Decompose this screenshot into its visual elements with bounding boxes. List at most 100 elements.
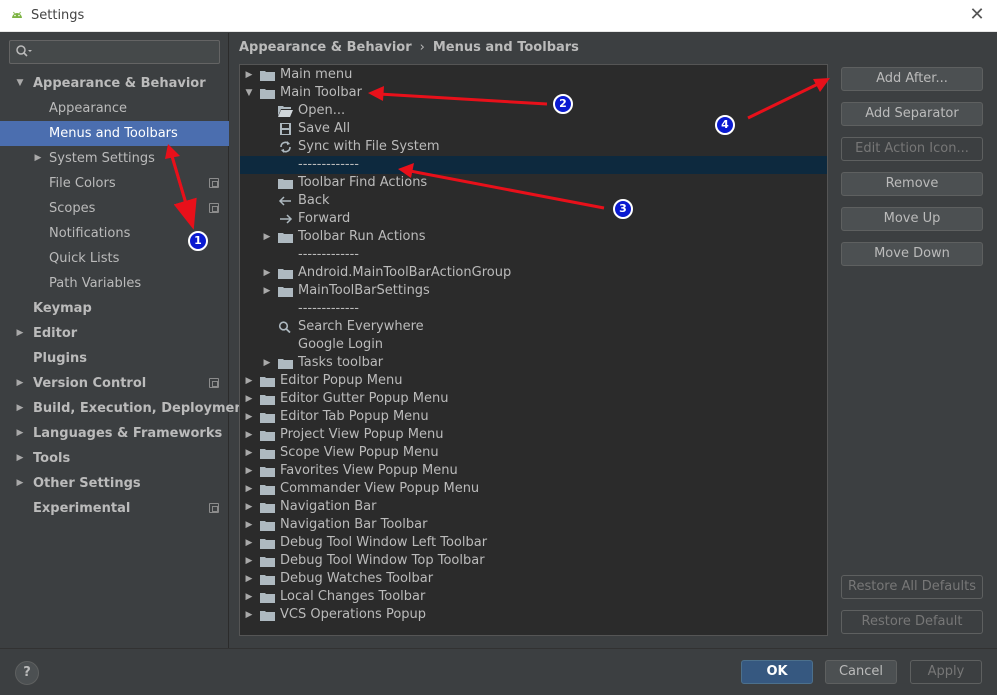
ok-button[interactable]: OK — [741, 660, 813, 684]
tree-row[interactable]: ▶ Editor Popup Menu — [240, 372, 827, 390]
sidebar-item-file-colors[interactable]: File Colors — [0, 171, 229, 196]
help-button[interactable]: ? — [15, 661, 39, 685]
collapsed-arrow-icon[interactable]: ▶ — [244, 570, 254, 588]
breadcrumb: Appearance & Behavior › Menus and Toolbars — [239, 40, 579, 55]
sidebar-item-other-settings[interactable]: ▶ Other Settings — [0, 471, 229, 496]
tree-row-label: Debug Tool Window Left Toolbar — [280, 535, 488, 550]
sidebar-item-appearance[interactable]: Appearance — [0, 96, 229, 121]
tree-row[interactable]: ▶ Tasks toolbar — [240, 354, 827, 372]
collapsed-arrow-icon[interactable]: ▶ — [244, 444, 254, 462]
tree-row[interactable]: Search Everywhere — [240, 318, 827, 336]
restore-default-button[interactable]: Restore Default — [841, 610, 983, 634]
add-after-button[interactable]: Add After... — [841, 67, 983, 91]
collapsed-arrow-icon[interactable]: ▶ — [15, 371, 25, 396]
sidebar-item-menus-and-toolbars[interactable]: Menus and Toolbars — [0, 121, 229, 146]
sidebar-item-editor[interactable]: ▶ Editor — [0, 321, 229, 346]
collapsed-arrow-icon[interactable]: ▶ — [244, 462, 254, 480]
separator-row[interactable]: ------------- — [240, 246, 827, 264]
collapsed-arrow-icon[interactable]: ▶ — [262, 264, 272, 282]
actions-tree[interactable]: ▶ Main menu ▼ Main Toolbar Open... Save All Sy… — [239, 64, 828, 636]
collapsed-arrow-icon[interactable]: ▶ — [33, 146, 43, 171]
separator-row[interactable]: ------------- — [240, 300, 827, 318]
tree-row[interactable]: ▶ Editor Gutter Popup Menu — [240, 390, 827, 408]
tree-row[interactable]: ▶ Debug Tool Window Left Toolbar — [240, 534, 827, 552]
tree-row[interactable]: ▶ Debug Tool Window Top Toolbar — [240, 552, 827, 570]
collapsed-arrow-icon[interactable]: ▶ — [15, 471, 25, 496]
tree-row[interactable]: ▶ MainToolBarSettings — [240, 282, 827, 300]
add-separator-button[interactable]: Add Separator — [841, 102, 983, 126]
collapsed-arrow-icon[interactable]: ▶ — [244, 426, 254, 444]
tree-row[interactable]: Back — [240, 192, 827, 210]
cancel-button[interactable]: Cancel — [825, 660, 897, 684]
tree-row[interactable]: ▶ Commander View Popup Menu — [240, 480, 827, 498]
sidebar-item-scopes[interactable]: Scopes — [0, 196, 229, 221]
collapsed-arrow-icon[interactable]: ▶ — [15, 321, 25, 346]
collapsed-arrow-icon[interactable]: ▶ — [15, 421, 25, 446]
collapsed-arrow-icon[interactable]: ▶ — [244, 588, 254, 606]
tree-row[interactable]: ▶ Favorites View Popup Menu — [240, 462, 827, 480]
sidebar-item-label: Notifications — [49, 226, 131, 241]
tree-row[interactable]: ▶ Main menu — [240, 66, 827, 84]
collapsed-arrow-icon[interactable]: ▶ — [15, 446, 25, 471]
tree-row[interactable]: ▶ Toolbar Run Actions — [240, 228, 827, 246]
tree-row-label: Navigation Bar — [280, 499, 377, 514]
collapsed-arrow-icon[interactable]: ▶ — [244, 498, 254, 516]
tree-row[interactable]: ▶ Android.MainToolBarActionGroup — [240, 264, 827, 282]
tree-row[interactable]: ▶ VCS Operations Popup — [240, 606, 827, 624]
tree-row-label: Google Login — [298, 337, 384, 352]
separator-row[interactable]: ------------- — [240, 156, 827, 174]
sidebar-item-label: Keymap — [33, 301, 92, 316]
sidebar-item-path-variables[interactable]: Path Variables — [0, 271, 229, 296]
move-down-button[interactable]: Move Down — [841, 242, 983, 266]
collapsed-arrow-icon[interactable]: ▶ — [244, 66, 254, 84]
tree-row[interactable]: ▶ Scope View Popup Menu — [240, 444, 827, 462]
collapsed-arrow-icon[interactable]: ▶ — [244, 480, 254, 498]
move-up-button[interactable]: Move Up — [841, 207, 983, 231]
tree-row[interactable]: Save All — [240, 120, 827, 138]
tree-row[interactable]: Forward — [240, 210, 827, 228]
close-icon[interactable]: ✕ — [967, 5, 987, 25]
edit-action-icon-button[interactable]: Edit Action Icon... — [841, 137, 983, 161]
tree-row[interactable]: ▶ Debug Watches Toolbar — [240, 570, 827, 588]
collapsed-arrow-icon[interactable]: ▶ — [244, 390, 254, 408]
sidebar-item-label: Tools — [33, 451, 71, 466]
tree-row[interactable]: Open... — [240, 102, 827, 120]
apply-button[interactable]: Apply — [910, 660, 982, 684]
remove-button[interactable]: Remove — [841, 172, 983, 196]
sidebar-item-appearance-behavior[interactable]: ▼ Appearance & Behavior — [0, 71, 229, 96]
sidebar-item-build-execution-deployment[interactable]: ▶ Build, Execution, Deployment — [0, 396, 250, 421]
collapsed-arrow-icon[interactable]: ▶ — [244, 606, 254, 624]
tree-row[interactable]: ▼ Main Toolbar — [240, 84, 827, 102]
expanded-arrow-icon[interactable]: ▼ — [244, 84, 254, 102]
sidebar-item-experimental[interactable]: Experimental — [0, 496, 229, 521]
sidebar-item-version-control[interactable]: ▶ Version Control — [0, 371, 229, 396]
tree-row[interactable]: ▶ Local Changes Toolbar — [240, 588, 827, 606]
collapsed-arrow-icon[interactable]: ▶ — [244, 372, 254, 390]
sidebar-item-languages-frameworks[interactable]: ▶ Languages & Frameworks — [0, 421, 229, 446]
collapsed-arrow-icon[interactable]: ▶ — [244, 552, 254, 570]
tree-row[interactable]: Toolbar Find Actions — [240, 174, 827, 192]
sidebar-item-system-settings[interactable]: ▶ System Settings — [0, 146, 229, 171]
tree-row[interactable]: ▶ Project View Popup Menu — [240, 426, 827, 444]
collapsed-arrow-icon[interactable]: ▶ — [244, 408, 254, 426]
sidebar-item-plugins[interactable]: Plugins — [0, 346, 229, 371]
tree-row[interactable]: Google Login — [240, 336, 827, 354]
collapsed-arrow-icon[interactable]: ▶ — [244, 516, 254, 534]
collapsed-arrow-icon[interactable]: ▶ — [244, 534, 254, 552]
collapsed-arrow-icon[interactable]: ▶ — [262, 282, 272, 300]
collapsed-arrow-icon[interactable]: ▶ — [15, 396, 25, 421]
search-field[interactable] — [9, 40, 220, 64]
tree-row[interactable]: Sync with File System — [240, 138, 827, 156]
tree-row-label: Save All — [298, 121, 351, 136]
collapsed-arrow-icon[interactable]: ▶ — [262, 354, 272, 372]
expanded-arrow-icon[interactable]: ▼ — [15, 71, 25, 96]
search-input[interactable] — [36, 43, 216, 61]
tree-row[interactable]: ▶ Editor Tab Popup Menu — [240, 408, 827, 426]
sidebar-item-keymap[interactable]: Keymap — [0, 296, 229, 321]
tree-row[interactable]: ▶ Navigation Bar — [240, 498, 827, 516]
sidebar-item-tools[interactable]: ▶ Tools — [0, 446, 229, 471]
tree-row[interactable]: ▶ Navigation Bar Toolbar — [240, 516, 827, 534]
restore-all-defaults-button[interactable]: Restore All Defaults — [841, 575, 983, 599]
collapsed-arrow-icon[interactable]: ▶ — [262, 228, 272, 246]
breadcrumb-parent[interactable]: Appearance & Behavior — [239, 40, 412, 55]
